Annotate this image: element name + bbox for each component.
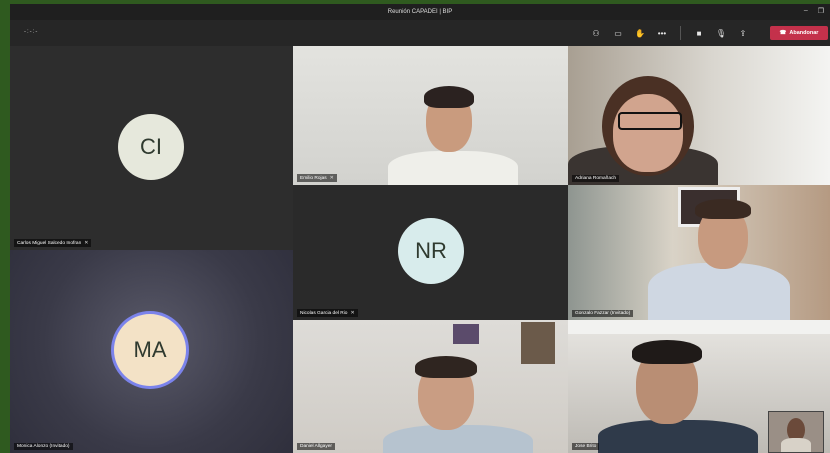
toolbar-divider	[680, 26, 681, 40]
meeting-timer: -:-:-	[24, 29, 39, 35]
avatar: CI	[118, 114, 184, 180]
title-bar: Reunión CAPADEI | BIP – ❐	[10, 4, 830, 20]
participant-name-tag: Jose Brito	[572, 443, 600, 450]
meeting-toolbar: -:-:- ⚇ ▭ ✋ ••• ■ 🎙 ⇪ ☎ Abandonar	[10, 20, 830, 46]
mic-muted-icon: ✕	[84, 240, 89, 246]
participant-name: Daniel Allgayer	[300, 444, 332, 449]
participant-name: Monica Alonzo (Invitado)	[17, 444, 70, 449]
participants-icon[interactable]: ⚇	[589, 26, 603, 40]
mic-muted-icon: ✕	[329, 175, 334, 181]
participant-name-tag: Emilio Rojas ✕	[297, 174, 337, 182]
participant-name-tag: Monica Alonzo (Invitado)	[14, 443, 73, 450]
participant-name: Nicolas Garcia del Rio	[300, 310, 348, 316]
participant-tile[interactable]: NR Nicolas Garcia del Rio ✕	[293, 185, 568, 320]
participant-tile[interactable]: Jose Brito	[568, 320, 830, 453]
avatar: NR	[398, 218, 464, 284]
more-icon[interactable]: •••	[655, 26, 669, 40]
window-title: Reunión CAPADEI | BIP	[387, 9, 453, 15]
participant-name: Carlos Miguel Salcedo Inofran	[17, 240, 82, 246]
video-grid: CI Carlos Miguel Salcedo Inofran ✕ Emili…	[10, 46, 830, 453]
participant-name: Gonzalo Fazzar (Invitado)	[575, 311, 631, 316]
mic-muted-icon: ✕	[350, 310, 355, 316]
video-feed	[568, 46, 830, 185]
participant-tile[interactable]: CI Carlos Miguel Salcedo Inofran ✕	[10, 46, 293, 250]
participant-tile[interactable]: Gonzalo Fazzar (Invitado)	[568, 185, 830, 320]
participant-tile[interactable]: Adriana Romañach	[568, 46, 830, 185]
restore-button[interactable]: ❐	[818, 7, 824, 15]
participant-name: Adriana Romañach	[575, 176, 617, 181]
share-icon[interactable]: ⇪	[736, 26, 750, 40]
participant-name-tag: Carlos Miguel Salcedo Inofran ✕	[14, 239, 92, 247]
minimize-button[interactable]: –	[804, 7, 808, 15]
participant-name-tag: Adriana Romañach	[572, 175, 620, 182]
participant-name-tag: Gonzalo Fazzar (Invitado)	[572, 310, 634, 317]
chat-icon[interactable]: ▭	[611, 26, 625, 40]
participant-tile[interactable]: Daniel Allgayer	[293, 320, 568, 453]
participant-name-tag: Nicolas Garcia del Rio ✕	[297, 309, 358, 317]
mic-off-icon[interactable]: 🎙	[714, 26, 728, 40]
self-view-preview[interactable]	[768, 411, 824, 453]
leave-label: Abandonar	[789, 30, 819, 36]
raise-hand-icon[interactable]: ✋	[633, 26, 647, 40]
participant-name: Jose Brito	[575, 444, 597, 449]
phone-icon: ☎	[779, 30, 787, 36]
participant-tile[interactable]: Emilio Rojas ✕	[293, 46, 568, 185]
camera-icon[interactable]: ■	[692, 26, 706, 40]
participant-name: Emilio Rojas	[300, 175, 327, 181]
video-feed	[568, 185, 830, 320]
video-feed	[293, 46, 568, 185]
video-feed	[293, 320, 568, 453]
participant-tile[interactable]: MA Monica Alonzo (Invitado)	[10, 250, 293, 453]
avatar: MA	[114, 314, 186, 386]
leave-button[interactable]: ☎ Abandonar	[770, 26, 828, 40]
participant-name-tag: Daniel Allgayer	[297, 443, 335, 450]
